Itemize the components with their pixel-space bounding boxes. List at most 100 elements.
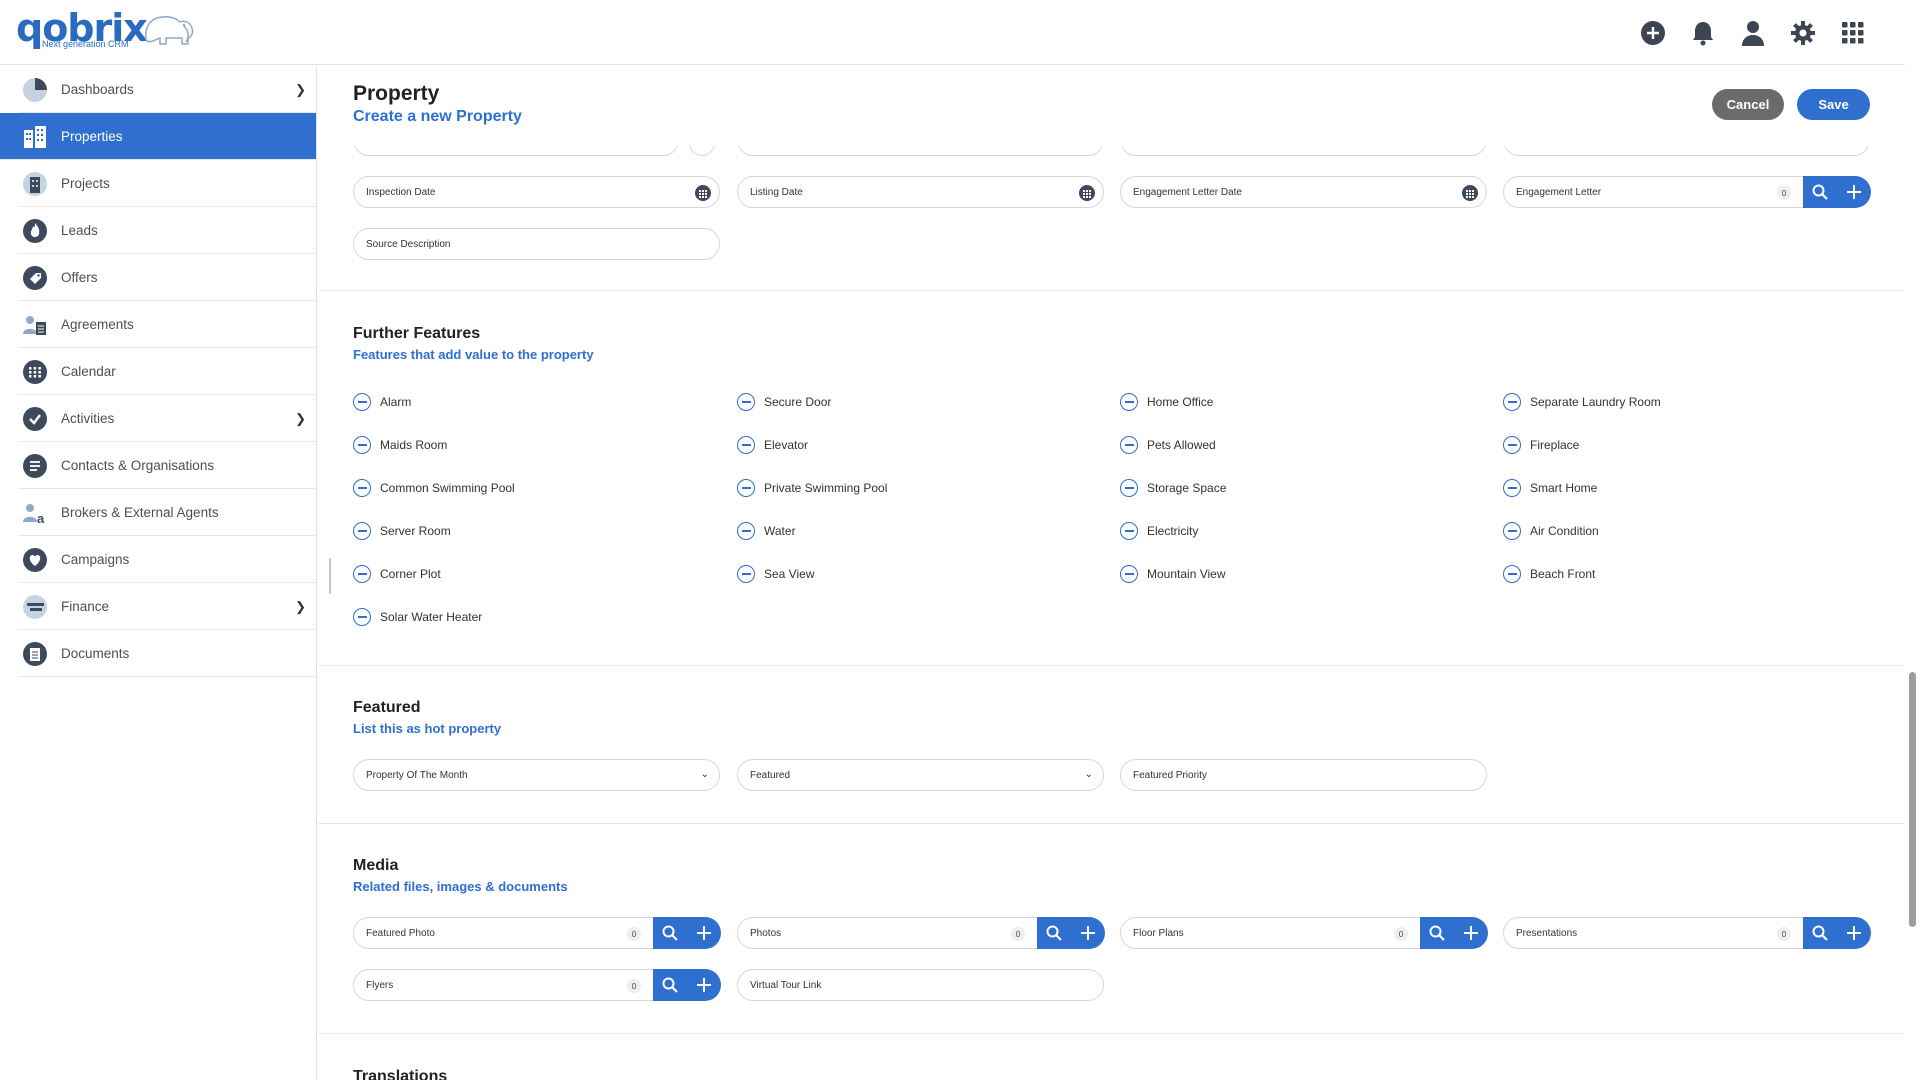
feature-item[interactable]: Home Office [1120,392,1213,412]
minus-circle-icon[interactable] [353,522,371,540]
feature-item[interactable]: Electricity [1120,521,1198,541]
sidebar-item-documents[interactable]: Documents [18,630,316,677]
sidebar-item-activities[interactable]: Activities ❯ [18,395,316,442]
feature-item[interactable]: Water [737,521,796,541]
sidebar-item-properties[interactable]: Properties [0,113,316,160]
gear-icon[interactable] [1789,19,1817,47]
search-icon[interactable] [1420,925,1454,941]
listing-date-field[interactable]: Listing Date [737,176,1104,208]
engagement-letter-date-field[interactable]: Engagement Letter Date [1120,176,1487,208]
feature-item[interactable]: Separate Laundry Room [1503,392,1661,412]
plus-icon[interactable] [1454,926,1488,940]
minus-circle-icon[interactable] [1120,393,1138,411]
photos-field[interactable]: Photos 0 [737,917,1038,949]
feature-item[interactable]: Secure Door [737,392,831,412]
featured-priority-field[interactable]: Featured Priority [1120,759,1487,791]
cancel-button[interactable]: Cancel [1712,89,1784,120]
logo[interactable]: qobrix Next generation CRM [16,6,201,54]
plus-icon[interactable] [1837,185,1871,199]
feature-label: Water [764,524,796,538]
calendar-icon[interactable] [695,185,711,201]
plus-icon[interactable] [687,926,721,940]
projects-icon [22,171,48,197]
sidebar-item-offers[interactable]: Offers [18,254,316,301]
feature-item[interactable]: Server Room [353,521,451,541]
feature-item[interactable]: Fireplace [1503,435,1579,455]
sidebar-item-contacts[interactable]: Contacts & Organisations [18,442,316,489]
source-description-field[interactable]: Source Description [353,228,720,260]
minus-circle-icon[interactable] [737,436,755,454]
sidebar-item-projects[interactable]: Projects [18,160,316,207]
field-label: Source Description [366,238,451,250]
feature-item[interactable]: Solar Water Heater [353,607,482,627]
feature-item[interactable]: Mountain View [1120,564,1226,584]
floor-plans-actions [1420,917,1488,949]
calendar-icon[interactable] [1079,185,1095,201]
floor-plans-field[interactable]: Floor Plans 0 [1120,917,1421,949]
featured-title: Featured [353,699,421,716]
minus-circle-icon[interactable] [1120,436,1138,454]
flyers-field[interactable]: Flyers 0 [353,969,654,1001]
apps-grid-icon[interactable] [1839,19,1867,47]
user-icon[interactable] [1739,19,1767,47]
feature-item[interactable]: Alarm [353,392,411,412]
property-of-the-month-select[interactable]: Property Of The Month ⌄ [353,759,720,791]
minus-circle-icon[interactable] [353,393,371,411]
minus-circle-icon[interactable] [353,608,371,626]
further-features-subtitle: Features that add value to the property [353,347,594,362]
sidebar-item-leads[interactable]: Leads [18,207,316,254]
sidebar-item-brokers[interactable]: a Brokers & External Agents [18,489,316,536]
minus-circle-icon[interactable] [1120,522,1138,540]
search-icon[interactable] [1037,925,1071,941]
sidebar-item-calendar[interactable]: Calendar [18,348,316,395]
feature-item[interactable]: Maids Room [353,435,447,455]
plus-icon[interactable] [687,978,721,992]
minus-circle-icon[interactable] [1503,565,1521,583]
featured-select[interactable]: Featured ⌄ [737,759,1104,791]
plus-icon[interactable] [1071,926,1105,940]
feature-item[interactable]: Smart Home [1503,478,1597,498]
minus-circle-icon[interactable] [737,393,755,411]
feature-item[interactable]: Common Swimming Pool [353,478,515,498]
sidebar-item-dashboards[interactable]: Dashboards ❯ [18,66,316,113]
feature-item[interactable]: Pets Allowed [1120,435,1216,455]
minus-circle-icon[interactable] [737,522,755,540]
minus-circle-icon[interactable] [1503,522,1521,540]
sidebar-item-campaigns[interactable]: Campaigns [18,536,316,583]
feature-item[interactable]: Sea View [737,564,814,584]
search-icon[interactable] [1803,925,1837,941]
minus-circle-icon[interactable] [1503,393,1521,411]
bell-icon[interactable] [1689,19,1717,47]
minus-circle-icon[interactable] [353,565,371,583]
minus-circle-icon[interactable] [1120,565,1138,583]
sidebar-item-agreements[interactable]: Agreements [18,301,316,348]
search-icon[interactable] [653,925,687,941]
calendar-icon[interactable] [1462,185,1478,201]
engagement-letter-field[interactable]: Engagement Letter 0 [1503,176,1804,208]
scrollbar-thumb[interactable] [1909,672,1916,927]
virtual-tour-link-field[interactable]: Virtual Tour Link [737,969,1104,1001]
search-icon[interactable] [1803,184,1837,200]
feature-item[interactable]: Corner Plot [353,564,441,584]
minus-circle-icon[interactable] [1503,479,1521,497]
plus-icon[interactable] [1837,926,1871,940]
feature-label: Sea View [764,567,815,581]
feature-item[interactable]: Storage Space [1120,478,1226,498]
feature-item[interactable]: Air Condition [1503,521,1599,541]
minus-circle-icon[interactable] [1503,436,1521,454]
minus-circle-icon[interactable] [737,565,755,583]
featured-photo-field[interactable]: Featured Photo 0 [353,917,654,949]
sidebar-item-finance[interactable]: Finance ❯ [18,583,316,630]
minus-circle-icon[interactable] [353,436,371,454]
feature-item[interactable]: Beach Front [1503,564,1595,584]
presentations-field[interactable]: Presentations 0 [1503,917,1804,949]
search-icon[interactable] [653,977,687,993]
inspection-date-field[interactable]: Inspection Date [353,176,720,208]
feature-item[interactable]: Elevator [737,435,808,455]
minus-circle-icon[interactable] [1120,479,1138,497]
minus-circle-icon[interactable] [737,479,755,497]
add-icon[interactable] [1639,19,1667,47]
save-button[interactable]: Save [1797,89,1870,120]
feature-item[interactable]: Private Swimming Pool [737,478,887,498]
minus-circle-icon[interactable] [353,479,371,497]
